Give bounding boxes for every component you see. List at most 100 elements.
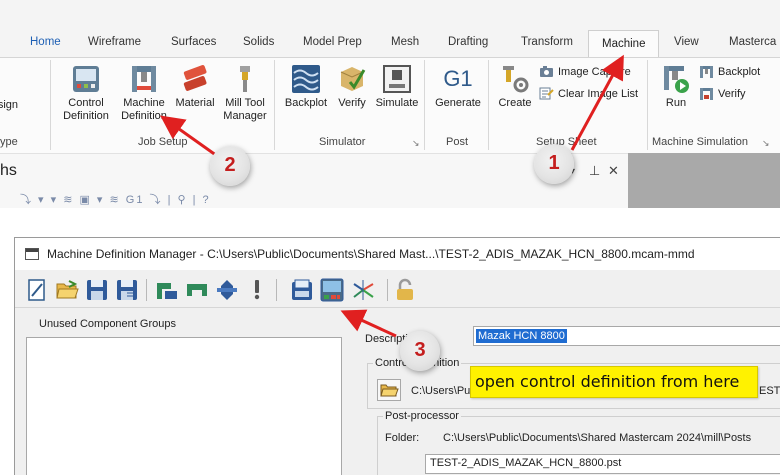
control-definition-button[interactable]: Control Definition: [58, 64, 114, 123]
ms-verify-icon: [700, 88, 713, 100]
component-group-icon[interactable]: [155, 278, 179, 302]
ms-verify-button[interactable]: Verify: [699, 87, 746, 100]
ribbon-tabs: Home Wireframe Surfaces Solids Model Pre…: [0, 30, 780, 59]
step-marker-3: 3: [400, 331, 440, 371]
component-icon[interactable]: [185, 278, 209, 302]
close-icon[interactable]: ✕: [608, 163, 619, 179]
verify-button[interactable]: Verify: [332, 64, 372, 110]
tab-machine[interactable]: Machine: [588, 30, 660, 59]
machine-definition-label: Machine Definition: [121, 97, 167, 122]
generate-label: Generate: [435, 97, 481, 109]
open-folder-icon[interactable]: [55, 278, 79, 302]
generate-button[interactable]: G1 Generate: [430, 64, 486, 110]
warning-icon[interactable]: [245, 278, 269, 302]
material-label: Material: [175, 97, 215, 109]
image-capture-label: Image Capture: [558, 65, 631, 78]
backplot-button[interactable]: Backplot: [282, 64, 330, 110]
verify-label: Verify: [338, 97, 366, 109]
simulate-label: Simulate: [375, 97, 419, 109]
axis-directions-icon[interactable]: [351, 278, 375, 302]
simulate-button[interactable]: Simulate: [372, 64, 422, 110]
step-marker-1: 1: [534, 144, 574, 184]
step-marker-2: 2: [210, 146, 250, 186]
lock-icon[interactable]: [393, 278, 417, 302]
tab-view[interactable]: View: [674, 36, 699, 48]
window-title-bar: Machine Definition Manager - C:\Users\Pu…: [15, 238, 780, 270]
control-definition-icon: [73, 66, 99, 92]
annotation-callout: open control definition from here: [470, 366, 758, 398]
ms-backplot-button[interactable]: Backplot: [699, 65, 760, 78]
g1-icon: G1: [443, 66, 473, 91]
backplot-icon: [292, 65, 320, 93]
backplot-label: Backplot: [284, 97, 328, 109]
ms-verify-label: Verify: [718, 87, 746, 100]
folder-path: C:\Users\Public\Documents\Shared Masterc…: [443, 432, 752, 444]
mill-tool-manager-button[interactable]: Mill Tool Manager: [218, 64, 272, 123]
machine-definition-icon: [132, 66, 156, 92]
ms-backplot-icon: [700, 66, 713, 78]
group-separator: [50, 60, 51, 150]
window-title: Machine Definition Manager - C:\Users\Pu…: [47, 247, 695, 261]
tab-surfaces[interactable]: Surfaces: [171, 36, 216, 48]
save-as-icon[interactable]: [115, 278, 139, 302]
group-separator: [424, 60, 425, 150]
create-icon: [503, 66, 529, 93]
camera-icon: [540, 66, 553, 77]
control-definition-open-icon[interactable]: [320, 278, 344, 302]
simulate-icon: [383, 65, 411, 93]
tab-home[interactable]: Home: [30, 36, 61, 48]
dialog-launcher-icon[interactable]: ↘: [412, 138, 420, 149]
new-icon[interactable]: [25, 278, 49, 302]
mdm-toolbar: [15, 270, 780, 308]
clear-list-icon: [539, 87, 554, 100]
verify-icon: [340, 67, 366, 91]
run-label: Run: [665, 97, 687, 109]
mill-tool-manager-label: Mill Tool Manager: [223, 97, 267, 122]
tab-mesh[interactable]: Mesh: [391, 36, 419, 48]
group-separator: [647, 60, 648, 150]
toolbar-separator: [387, 279, 388, 301]
group-separator: [274, 60, 275, 150]
post-group-label: Post: [446, 136, 469, 148]
dialog-launcher-icon[interactable]: ↘: [762, 138, 770, 149]
tab-transform[interactable]: Transform: [521, 36, 573, 48]
toolbar-separator: [276, 279, 277, 301]
run-button[interactable]: Run: [656, 64, 696, 110]
step-number-1: 1: [548, 152, 560, 174]
axis-component-icon[interactable]: [215, 278, 239, 302]
pin-icon[interactable]: ⊥: [589, 163, 600, 179]
unused-component-groups-list[interactable]: [26, 337, 342, 475]
simulator-group-label: Simulator: [319, 136, 366, 148]
control-definition-browse-button[interactable]: [377, 379, 401, 401]
tab-drafting[interactable]: Drafting: [448, 36, 488, 48]
toolpaths-pane-title: hs: [0, 162, 17, 179]
toolbar-separator: [146, 279, 147, 301]
machine-properties-icon[interactable]: [290, 278, 314, 302]
description-value: Mazak HCN 8800: [476, 329, 567, 343]
machine-definition-button[interactable]: Machine Definition: [116, 64, 172, 123]
create-button[interactable]: Create: [494, 64, 536, 110]
clear-image-list-button[interactable]: Clear Image List: [539, 87, 638, 100]
create-label: Create: [498, 97, 532, 109]
ms-backplot-label: Backplot: [718, 65, 761, 78]
control-definition-label: Control Definition: [63, 97, 109, 122]
group-separator: [488, 60, 489, 150]
post-file-input[interactable]: TEST-2_ADIS_MAZAK_HCN_8800.pst: [425, 454, 780, 474]
open-folder-icon: [380, 384, 399, 397]
unused-component-groups-label: Unused Component Groups: [39, 318, 176, 330]
clear-image-list-label: Clear Image List: [558, 87, 639, 100]
tab-solids[interactable]: Solids: [243, 36, 274, 48]
description-input[interactable]: Mazak HCN 8800: [473, 326, 780, 346]
save-icon[interactable]: [85, 278, 109, 302]
material-icon: [183, 65, 207, 91]
tab-mastercam[interactable]: Masterca: [729, 36, 776, 48]
tab-wireframe[interactable]: Wireframe: [88, 36, 141, 48]
toolpaths-toolbar[interactable]: ⤵ ▾ ▾ ≋ ▣ ▾ ≋ G1 ⤵ | ⚲ | ?: [20, 191, 211, 207]
tab-model-prep[interactable]: Model Prep: [303, 36, 362, 48]
ribbon: Home Wireframe Surfaces Solids Model Pre…: [0, 0, 780, 208]
image-capture-button[interactable]: Image Capture: [539, 65, 631, 78]
graphics-area: [628, 153, 780, 208]
control-definition-path-tail: EST-: [759, 385, 780, 397]
cut-off-button[interactable]: sign: [0, 99, 18, 112]
material-button[interactable]: Material: [172, 64, 218, 110]
